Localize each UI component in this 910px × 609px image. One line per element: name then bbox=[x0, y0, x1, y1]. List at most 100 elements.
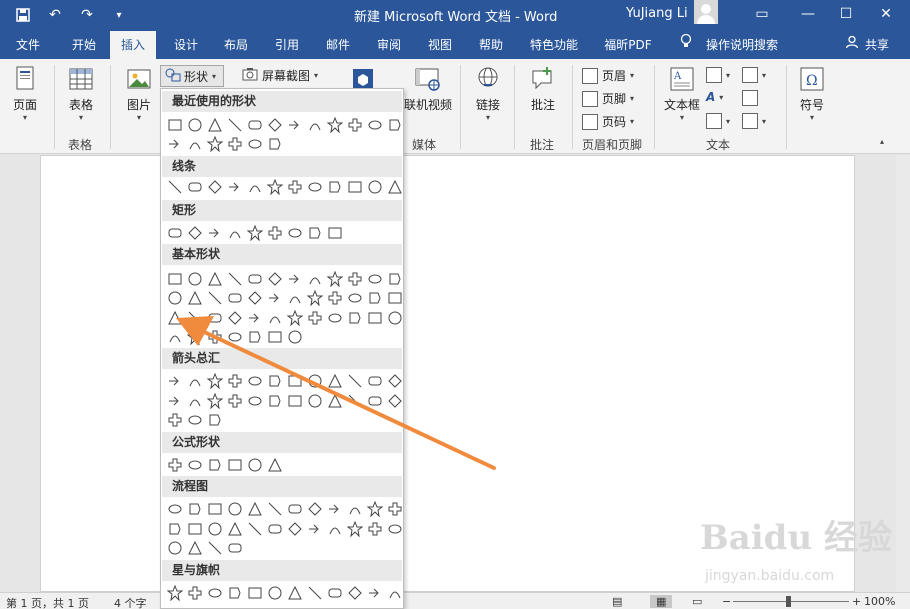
read-mode-icon[interactable]: ▤ bbox=[612, 595, 622, 608]
share-person-icon[interactable] bbox=[844, 31, 860, 59]
shape-option[interactable] bbox=[165, 288, 185, 308]
shape-option[interactable] bbox=[165, 327, 185, 347]
shape-option[interactable] bbox=[345, 371, 365, 391]
shape-option[interactable] bbox=[165, 583, 185, 603]
shape-option[interactable] bbox=[325, 308, 345, 328]
shape-option[interactable] bbox=[325, 519, 345, 539]
shape-option[interactable] bbox=[205, 519, 225, 539]
wordart-button[interactable]: A ▾ bbox=[706, 90, 723, 104]
shape-option[interactable] bbox=[185, 391, 205, 411]
shape-option[interactable] bbox=[385, 115, 403, 135]
customize-toolbar-icon[interactable]: ▾ bbox=[108, 5, 130, 25]
online-video-button[interactable]: 联机视频 bbox=[404, 65, 452, 113]
shape-option[interactable] bbox=[165, 371, 185, 391]
shape-option[interactable] bbox=[365, 308, 385, 328]
share-button[interactable]: 共享 bbox=[862, 31, 892, 59]
shape-option[interactable] bbox=[325, 371, 345, 391]
shape-option[interactable] bbox=[385, 583, 403, 603]
shape-option[interactable] bbox=[265, 134, 285, 154]
shape-option[interactable] bbox=[245, 455, 265, 475]
shape-option[interactable] bbox=[225, 455, 245, 475]
shape-option[interactable] bbox=[265, 519, 285, 539]
shape-option[interactable] bbox=[325, 115, 345, 135]
shape-option[interactable] bbox=[345, 288, 365, 308]
maximize-button[interactable]: ☐ bbox=[832, 3, 860, 25]
shape-option[interactable] bbox=[365, 115, 385, 135]
zoom-slider-track[interactable] bbox=[733, 601, 849, 602]
tab-mailings[interactable]: 邮件 bbox=[318, 31, 358, 59]
shape-option[interactable] bbox=[305, 499, 325, 519]
shape-option[interactable] bbox=[205, 288, 225, 308]
page-count[interactable]: 第 1 页，共 1 页 bbox=[6, 595, 89, 609]
shape-option[interactable] bbox=[165, 519, 185, 539]
shape-option[interactable] bbox=[345, 519, 365, 539]
shape-option[interactable] bbox=[325, 288, 345, 308]
shape-option[interactable] bbox=[205, 269, 225, 289]
shape-option[interactable] bbox=[345, 583, 365, 603]
shape-option[interactable] bbox=[285, 177, 305, 197]
shape-option[interactable] bbox=[285, 499, 305, 519]
tab-review[interactable]: 审阅 bbox=[369, 31, 409, 59]
shape-option[interactable] bbox=[225, 583, 245, 603]
shape-option[interactable] bbox=[165, 538, 185, 558]
shape-option[interactable] bbox=[385, 371, 403, 391]
shape-option[interactable] bbox=[265, 269, 285, 289]
drop-cap-button[interactable]: ▾ bbox=[706, 113, 730, 129]
shape-option[interactable] bbox=[185, 177, 205, 197]
shape-option[interactable] bbox=[245, 391, 265, 411]
shape-option[interactable] bbox=[165, 410, 185, 430]
pages-button[interactable]: 页面 ▾ bbox=[6, 65, 44, 122]
shape-option[interactable] bbox=[305, 115, 325, 135]
shape-option[interactable] bbox=[305, 288, 325, 308]
shape-option[interactable] bbox=[245, 499, 265, 519]
shape-option[interactable] bbox=[205, 134, 225, 154]
shape-option[interactable] bbox=[185, 269, 205, 289]
shape-option[interactable] bbox=[305, 177, 325, 197]
shape-option[interactable] bbox=[265, 327, 285, 347]
tab-layout[interactable]: 布局 bbox=[216, 31, 256, 59]
link-button[interactable]: 链接 ▾ bbox=[468, 65, 508, 122]
avatar[interactable] bbox=[694, 0, 718, 24]
zoom-level[interactable]: 100% bbox=[864, 595, 895, 608]
shape-option[interactable] bbox=[165, 499, 185, 519]
shape-option[interactable] bbox=[385, 177, 403, 197]
tab-foxit-pdf[interactable]: 福昕PDF bbox=[598, 31, 658, 59]
shape-option[interactable] bbox=[245, 583, 265, 603]
collapse-ribbon-button[interactable]: ▴ bbox=[880, 137, 884, 146]
shape-option[interactable] bbox=[265, 177, 285, 197]
shape-option[interactable] bbox=[345, 391, 365, 411]
web-layout-icon[interactable]: ▭ bbox=[692, 595, 702, 608]
shape-option[interactable] bbox=[185, 134, 205, 154]
shapes-button[interactable]: 形状 ▾ bbox=[160, 65, 224, 87]
shape-option[interactable] bbox=[205, 308, 225, 328]
shape-option[interactable] bbox=[165, 308, 185, 328]
shape-option[interactable] bbox=[345, 499, 365, 519]
tab-view[interactable]: 视图 bbox=[420, 31, 460, 59]
tab-home[interactable]: 开始 bbox=[62, 31, 106, 59]
shape-option[interactable] bbox=[265, 391, 285, 411]
shape-option[interactable] bbox=[185, 223, 205, 243]
shape-option[interactable] bbox=[305, 583, 325, 603]
shape-option[interactable] bbox=[285, 371, 305, 391]
shape-option[interactable] bbox=[265, 115, 285, 135]
shape-option[interactable] bbox=[165, 134, 185, 154]
shape-option[interactable] bbox=[365, 391, 385, 411]
close-button[interactable]: ✕ bbox=[872, 3, 900, 25]
shape-option[interactable] bbox=[245, 519, 265, 539]
symbol-button[interactable]: Ω 符号 ▾ bbox=[794, 65, 830, 122]
user-name[interactable]: YuJiang Li bbox=[626, 6, 688, 21]
shape-option[interactable] bbox=[185, 327, 205, 347]
shape-option[interactable] bbox=[305, 223, 325, 243]
shape-option[interactable] bbox=[325, 499, 345, 519]
shape-option[interactable] bbox=[265, 583, 285, 603]
shape-option[interactable] bbox=[365, 288, 385, 308]
shape-option[interactable] bbox=[305, 391, 325, 411]
shape-option[interactable] bbox=[285, 583, 305, 603]
vertical-scrollbar[interactable] bbox=[896, 155, 910, 592]
shape-option[interactable] bbox=[185, 455, 205, 475]
date-time-button[interactable] bbox=[742, 90, 762, 106]
undo-icon[interactable]: ↶ bbox=[44, 5, 66, 25]
shape-option[interactable] bbox=[365, 583, 385, 603]
shape-option[interactable] bbox=[305, 519, 325, 539]
shape-option[interactable] bbox=[225, 327, 245, 347]
